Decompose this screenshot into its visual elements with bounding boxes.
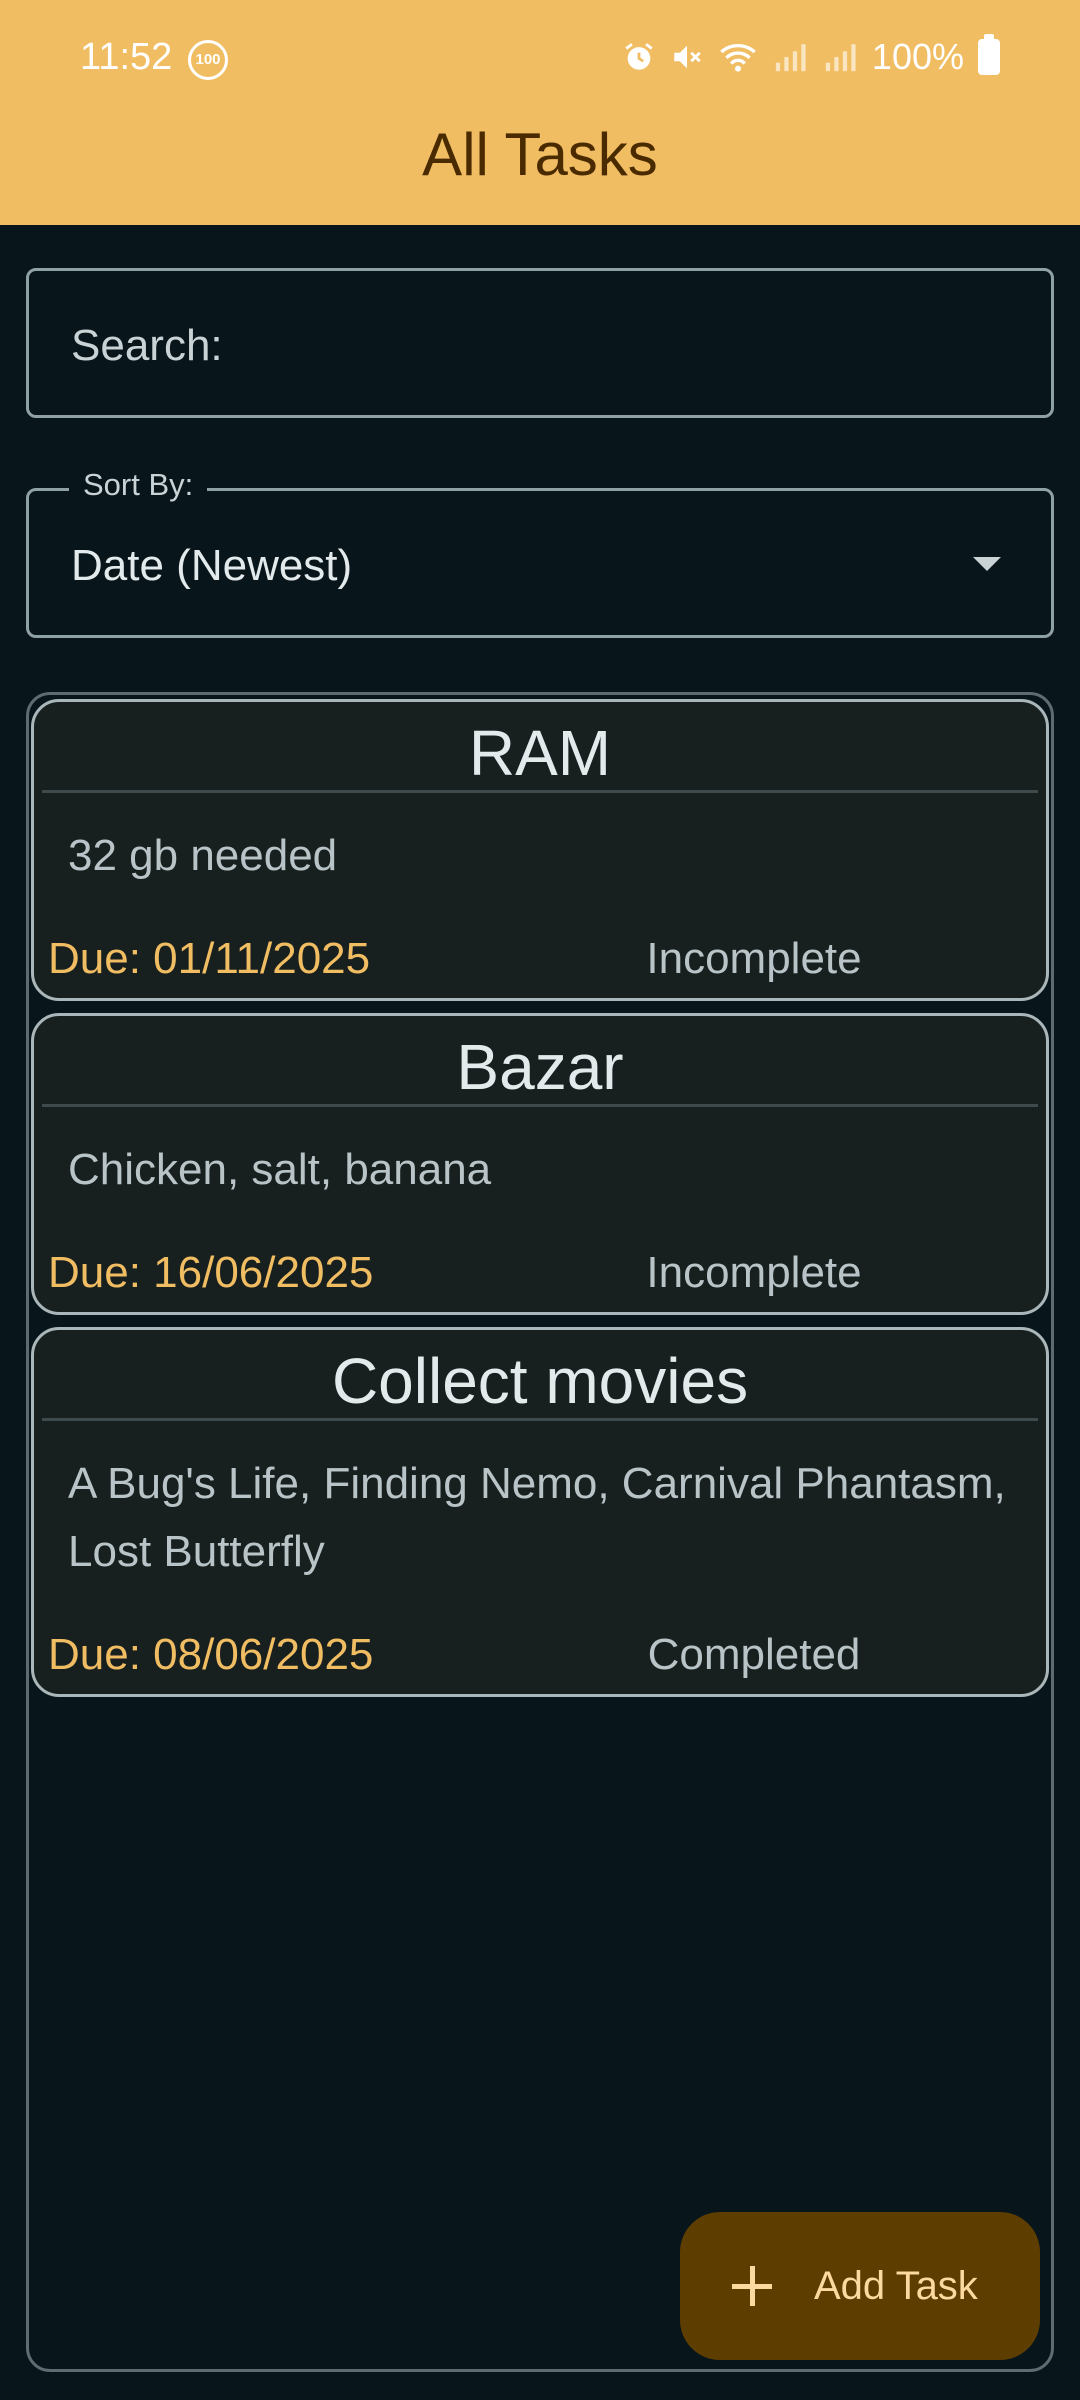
sort-selected-value: Date (Newest) [71, 541, 353, 590]
search-label: Search: [71, 321, 223, 370]
task-card[interactable]: Bazar Chicken, salt, banana Due: 16/06/2… [31, 1013, 1049, 1315]
task-title: Bazar [456, 1031, 624, 1103]
task-description: Chicken, salt, banana [68, 1145, 492, 1194]
signal-icon [772, 40, 808, 74]
alarm-icon [622, 40, 656, 74]
task-divider [42, 1418, 1038, 1421]
mute-icon [670, 40, 704, 74]
chevron-down-icon[interactable] [973, 557, 1001, 571]
status-badge: 100 [188, 40, 228, 80]
task-title: RAM [468, 717, 612, 789]
search-input[interactable]: Search: [26, 268, 1054, 418]
task-divider [42, 790, 1038, 793]
task-description: 32 gb needed [68, 831, 338, 880]
task-status[interactable]: Incomplete [554, 1248, 954, 1298]
task-status[interactable]: Incomplete [554, 934, 954, 984]
task-due-date: Due: 08/06/2025 [48, 1630, 374, 1679]
task-due-date: Due: 01/11/2025 [48, 934, 371, 983]
task-due-date: Due: 16/06/2025 [48, 1248, 374, 1297]
task-description: A Bug's Life, Finding Nemo, Carnival Pha… [68, 1459, 1006, 1576]
app-header: 11:52 100 100% All Tasks [0, 0, 1080, 225]
signal-icon-2 [822, 40, 858, 74]
sort-dropdown[interactable]: Sort By: Date (Newest) [26, 467, 1054, 638]
sort-legend: Sort By: [69, 467, 208, 503]
add-task-button[interactable]: Add Task [680, 2212, 1040, 2360]
status-bar: 11:52 100 100% [0, 0, 1080, 120]
add-task-label: Add Task [814, 2263, 978, 2308]
status-time: 11:52 [80, 36, 173, 78]
battery-percent: 100% [871, 36, 964, 77]
task-status[interactable]: Completed [554, 1630, 954, 1680]
wifi-icon [718, 40, 758, 74]
task-title: Collect movies [331, 1345, 749, 1417]
task-card[interactable]: RAM 32 gb needed Due: 01/11/2025 Incompl… [31, 699, 1049, 1001]
task-divider [42, 1104, 1038, 1107]
status-icons: 100% [622, 34, 1000, 78]
battery-icon [978, 34, 1000, 75]
task-card[interactable]: Collect movies A Bug's Life, Finding Nem… [31, 1327, 1049, 1697]
plus-icon [732, 2266, 772, 2306]
task-list[interactable]: RAM 32 gb needed Due: 01/11/2025 Incompl… [26, 692, 1054, 2372]
page-title: All Tasks [422, 121, 658, 188]
